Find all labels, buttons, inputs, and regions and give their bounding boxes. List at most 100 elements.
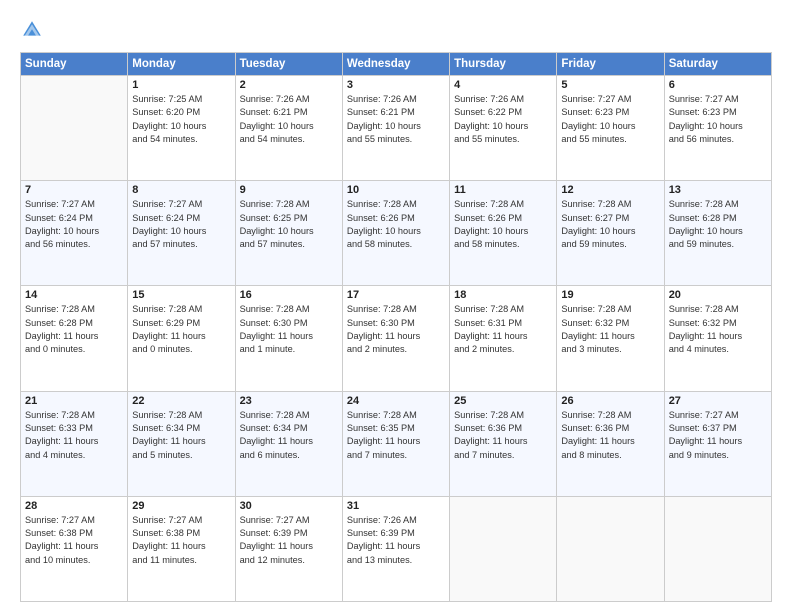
day-number: 23 [240,395,338,407]
cell-content: Sunrise: 7:27 AM Sunset: 6:38 PM Dayligh… [132,514,230,567]
day-number: 8 [132,184,230,196]
day-header-tuesday: Tuesday [235,53,342,76]
calendar-header-row: SundayMondayTuesdayWednesdayThursdayFrid… [21,53,772,76]
day-number: 31 [347,500,445,512]
calendar-cell: 25Sunrise: 7:28 AM Sunset: 6:36 PM Dayli… [450,391,557,496]
calendar-cell: 24 Sunrise: 7:28 AM Sunset: 6:35 PM Dayli… [342,391,449,496]
calendar-cell: 16 Sunrise: 7:28 AM Sunset: 6:30 PM Dayli… [235,286,342,391]
day-number: 27 [669,395,767,407]
calendar-cell [664,496,771,601]
day-header-saturday: Saturday [664,53,771,76]
calendar-cell: 31 Sunrise: 7:26 AM Sunset: 6:39 PM Dayli… [342,496,449,601]
day-header-monday: Monday [128,53,235,76]
calendar-cell: 12 Sunrise: 7:28 AM Sunset: 6:27 PM Dayli… [557,181,664,286]
cell-content: Sunrise: 7:28 AM Sunset: 6:25 PM Dayligh… [240,198,338,251]
cell-content: Sunrise: 7:27 AM Sunset: 6:24 PM Dayligh… [25,198,123,251]
calendar-cell: 22 Sunrise: 7:28 AM Sunset: 6:34 PM Dayli… [128,391,235,496]
calendar-cell: 9 Sunrise: 7:28 AM Sunset: 6:25 PM Daylig… [235,181,342,286]
cell-content: Sunrise: 7:28 AM Sunset: 6:30 PM Dayligh… [240,303,338,356]
day-number: 4 [454,79,552,91]
calendar-cell: 3 Sunrise: 7:26 AM Sunset: 6:21 PM Daylig… [342,76,449,181]
calendar-cell: 28 Sunrise: 7:27 AM Sunset: 6:38 PM Dayli… [21,496,128,601]
cell-content: Sunrise: 7:25 AM Sunset: 6:20 PM Dayligh… [132,93,230,146]
day-number: 30 [240,500,338,512]
day-number: 22 [132,395,230,407]
cell-content: Sunrise: 7:28 AM Sunset: 6:28 PM Dayligh… [669,198,767,251]
calendar-cell: 17 Sunrise: 7:28 AM Sunset: 6:30 PM Dayli… [342,286,449,391]
day-number: 20 [669,289,767,301]
day-header-thursday: Thursday [450,53,557,76]
logo-icon [20,18,44,42]
calendar-cell: 13Sunrise: 7:28 AM Sunset: 6:28 PM Dayli… [664,181,771,286]
calendar-week-1: 1Sunrise: 7:25 AM Sunset: 6:20 PM Daylig… [21,76,772,181]
calendar-cell [21,76,128,181]
day-number: 28 [25,500,123,512]
calendar-cell [450,496,557,601]
day-number: 11 [454,184,552,196]
day-number: 6 [669,79,767,91]
day-number: 19 [561,289,659,301]
cell-content: Sunrise: 7:28 AM Sunset: 6:35 PM Dayligh… [347,409,445,462]
logo [20,18,48,42]
day-number: 24 [347,395,445,407]
day-number: 7 [25,184,123,196]
day-number: 10 [347,184,445,196]
calendar-cell: 8 Sunrise: 7:27 AM Sunset: 6:24 PM Daylig… [128,181,235,286]
cell-content: Sunrise: 7:28 AM Sunset: 6:32 PM Dayligh… [561,303,659,356]
cell-content: Sunrise: 7:28 AM Sunset: 6:26 PM Dayligh… [454,198,552,251]
calendar-cell: 15 Sunrise: 7:28 AM Sunset: 6:29 PM Dayli… [128,286,235,391]
day-number: 17 [347,289,445,301]
cell-content: Sunrise: 7:28 AM Sunset: 6:29 PM Dayligh… [132,303,230,356]
day-number: 26 [561,395,659,407]
cell-content: Sunrise: 7:28 AM Sunset: 6:27 PM Dayligh… [561,198,659,251]
calendar-week-2: 7 Sunrise: 7:27 AM Sunset: 6:24 PM Daylig… [21,181,772,286]
cell-content: Sunrise: 7:27 AM Sunset: 6:23 PM Dayligh… [669,93,767,146]
day-number: 18 [454,289,552,301]
calendar-week-3: 14 Sunrise: 7:28 AM Sunset: 6:28 PM Dayli… [21,286,772,391]
calendar-cell [557,496,664,601]
day-number: 2 [240,79,338,91]
calendar-cell: 30 Sunrise: 7:27 AM Sunset: 6:39 PM Dayli… [235,496,342,601]
day-number: 9 [240,184,338,196]
day-number: 5 [561,79,659,91]
day-number: 16 [240,289,338,301]
calendar-cell: 21 Sunrise: 7:28 AM Sunset: 6:33 PM Dayli… [21,391,128,496]
day-number: 15 [132,289,230,301]
calendar-cell: 5 Sunrise: 7:27 AM Sunset: 6:23 PM Daylig… [557,76,664,181]
day-number: 14 [25,289,123,301]
cell-content: Sunrise: 7:28 AM Sunset: 6:26 PM Dayligh… [347,198,445,251]
day-number: 3 [347,79,445,91]
calendar-cell: 26 Sunrise: 7:28 AM Sunset: 6:36 PM Dayli… [557,391,664,496]
cell-content: Sunrise: 7:27 AM Sunset: 6:24 PM Dayligh… [132,198,230,251]
calendar-table: SundayMondayTuesdayWednesdayThursdayFrid… [20,52,772,602]
cell-content: Sunrise: 7:28 AM Sunset: 6:31 PM Dayligh… [454,303,552,356]
day-header-friday: Friday [557,53,664,76]
day-number: 21 [25,395,123,407]
cell-content: Sunrise: 7:26 AM Sunset: 6:21 PM Dayligh… [240,93,338,146]
page-header [20,18,772,42]
calendar-cell: 19 Sunrise: 7:28 AM Sunset: 6:32 PM Dayli… [557,286,664,391]
calendar-week-4: 21 Sunrise: 7:28 AM Sunset: 6:33 PM Dayli… [21,391,772,496]
cell-content: Sunrise: 7:28 AM Sunset: 6:30 PM Dayligh… [347,303,445,356]
cell-content: Sunrise: 7:27 AM Sunset: 6:23 PM Dayligh… [561,93,659,146]
cell-content: Sunrise: 7:28 AM Sunset: 6:33 PM Dayligh… [25,409,123,462]
cell-content: Sunrise: 7:28 AM Sunset: 6:28 PM Dayligh… [25,303,123,356]
cell-content: Sunrise: 7:27 AM Sunset: 6:38 PM Dayligh… [25,514,123,567]
cell-content: Sunrise: 7:28 AM Sunset: 6:36 PM Dayligh… [561,409,659,462]
day-number: 29 [132,500,230,512]
calendar-cell: 18 Sunrise: 7:28 AM Sunset: 6:31 PM Dayli… [450,286,557,391]
day-header-sunday: Sunday [21,53,128,76]
day-header-wednesday: Wednesday [342,53,449,76]
calendar-cell: 1Sunrise: 7:25 AM Sunset: 6:20 PM Daylig… [128,76,235,181]
day-number: 12 [561,184,659,196]
day-number: 25 [454,395,552,407]
calendar-cell: 7 Sunrise: 7:27 AM Sunset: 6:24 PM Daylig… [21,181,128,286]
cell-content: Sunrise: 7:28 AM Sunset: 6:34 PM Dayligh… [132,409,230,462]
calendar-cell: 4Sunrise: 7:26 AM Sunset: 6:22 PM Daylig… [450,76,557,181]
calendar-cell: 29 Sunrise: 7:27 AM Sunset: 6:38 PM Dayli… [128,496,235,601]
cell-content: Sunrise: 7:26 AM Sunset: 6:39 PM Dayligh… [347,514,445,567]
cell-content: Sunrise: 7:27 AM Sunset: 6:39 PM Dayligh… [240,514,338,567]
calendar-cell: 20Sunrise: 7:28 AM Sunset: 6:32 PM Dayli… [664,286,771,391]
calendar-cell: 14 Sunrise: 7:28 AM Sunset: 6:28 PM Dayli… [21,286,128,391]
cell-content: Sunrise: 7:26 AM Sunset: 6:21 PM Dayligh… [347,93,445,146]
